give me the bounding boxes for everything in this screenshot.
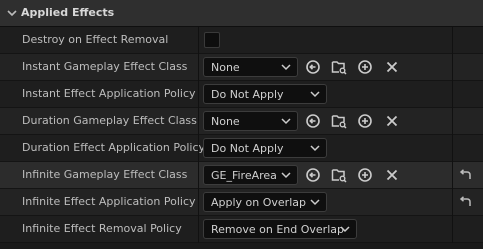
folder-search-icon[interactable] xyxy=(331,59,347,75)
reset-arrow-icon[interactable] xyxy=(458,196,472,208)
plus-circle-icon[interactable] xyxy=(357,59,373,75)
reset-arrow-icon[interactable] xyxy=(458,169,472,181)
column-divider xyxy=(452,135,453,162)
combo-value: Apply on Overlap xyxy=(211,196,306,209)
column-divider[interactable] xyxy=(198,135,199,162)
column-divider[interactable] xyxy=(198,54,199,81)
column-divider xyxy=(452,108,453,135)
chevron-down-icon xyxy=(281,118,291,125)
column-divider xyxy=(452,54,453,81)
infinite-application-policy-combo[interactable]: Apply on Overlap xyxy=(203,192,327,212)
instant-effect-class-combo[interactable]: None xyxy=(203,57,298,77)
property-row-instant-application-policy: Instant Effect Application Policy Do Not… xyxy=(0,81,483,108)
property-label: Infinite Effect Removal Policy xyxy=(22,222,182,235)
close-icon[interactable] xyxy=(384,113,400,129)
property-row-destroy-on-effect-removal: Destroy on Effect Removal xyxy=(0,27,483,54)
column-divider xyxy=(452,216,453,243)
combo-value: None xyxy=(211,115,240,128)
column-divider xyxy=(452,162,453,189)
chevron-down-icon xyxy=(340,226,350,233)
column-divider[interactable] xyxy=(198,27,199,54)
property-row-duration-application-policy: Duration Effect Application Policy Do No… xyxy=(0,135,483,162)
column-divider xyxy=(452,81,453,108)
folder-search-icon[interactable] xyxy=(331,167,347,183)
infinite-removal-policy-combo[interactable]: Remove on End Overlap xyxy=(203,219,357,239)
plus-circle-icon[interactable] xyxy=(357,113,373,129)
column-divider[interactable] xyxy=(198,162,199,189)
property-row-infinite-effect-class: Infinite Gameplay Effect Class GE_FireAr… xyxy=(0,162,483,189)
folder-search-icon[interactable] xyxy=(331,113,347,129)
column-divider[interactable] xyxy=(198,108,199,135)
property-label: Duration Gameplay Effect Class xyxy=(22,114,197,127)
property-label: Instant Effect Application Policy xyxy=(22,87,196,100)
combo-value: Do Not Apply xyxy=(211,88,284,101)
chevron-down-icon xyxy=(281,172,291,179)
chevron-down-icon xyxy=(310,145,320,152)
infinite-effect-class-combo[interactable]: GE_FireArea xyxy=(203,165,298,185)
combo-value: Remove on End Overlap xyxy=(211,223,344,236)
property-row-infinite-application-policy: Infinite Effect Application Policy Apply… xyxy=(0,189,483,216)
property-label: Infinite Gameplay Effect Class xyxy=(22,168,188,181)
arrow-left-circle-icon[interactable] xyxy=(305,113,321,129)
plus-circle-icon[interactable] xyxy=(357,167,373,183)
details-panel: Applied Effects Destroy on Effect Remova… xyxy=(0,0,483,249)
duration-application-policy-combo[interactable]: Do Not Apply xyxy=(203,138,327,158)
applied-effects-header[interactable]: Applied Effects xyxy=(0,0,483,27)
close-icon[interactable] xyxy=(384,167,400,183)
property-label: Instant Gameplay Effect Class xyxy=(22,60,188,73)
instant-application-policy-combo[interactable]: Do Not Apply xyxy=(203,84,327,104)
combo-value: Do Not Apply xyxy=(211,142,284,155)
arrow-left-circle-icon[interactable] xyxy=(305,167,321,183)
combo-value: GE_FireArea xyxy=(211,169,277,182)
property-row-instant-effect-class: Instant Gameplay Effect Class None xyxy=(0,54,483,81)
combo-value: None xyxy=(211,61,240,74)
section-title: Applied Effects xyxy=(21,6,115,19)
arrow-left-circle-icon[interactable] xyxy=(305,59,321,75)
chevron-down-icon xyxy=(310,91,320,98)
column-divider[interactable] xyxy=(198,216,199,243)
property-label: Infinite Effect Application Policy xyxy=(22,195,196,208)
property-row-duration-effect-class: Duration Gameplay Effect Class None xyxy=(0,108,483,135)
property-label: Duration Effect Application Policy xyxy=(22,141,206,154)
duration-effect-class-combo[interactable]: None xyxy=(203,111,298,131)
destroy-on-removal-checkbox[interactable] xyxy=(204,32,220,48)
chevron-down-icon xyxy=(281,64,291,71)
property-row-infinite-removal-policy: Infinite Effect Removal Policy Remove on… xyxy=(0,216,483,243)
column-divider xyxy=(452,189,453,216)
chevron-down-icon[interactable] xyxy=(6,7,18,19)
column-divider[interactable] xyxy=(198,81,199,108)
column-divider xyxy=(452,27,453,54)
property-label: Destroy on Effect Removal xyxy=(22,33,169,46)
close-icon[interactable] xyxy=(384,59,400,75)
column-divider[interactable] xyxy=(198,189,199,216)
chevron-down-icon xyxy=(310,199,320,206)
